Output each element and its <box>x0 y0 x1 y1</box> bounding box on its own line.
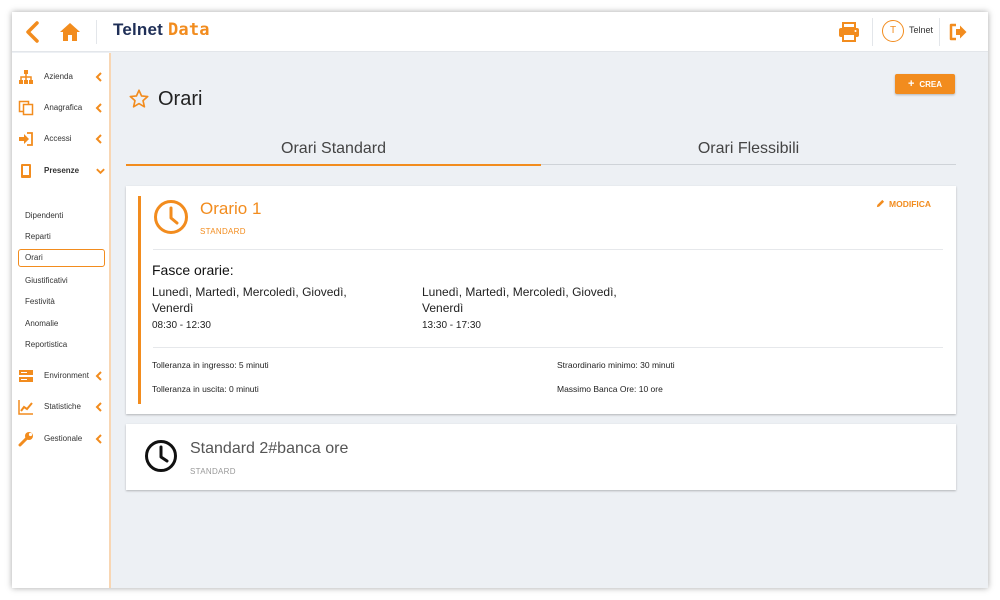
orario-card[interactable]: Standard 2#banca ore STANDARD <box>126 424 956 490</box>
sidebar-item-label: Gestionale <box>44 434 83 443</box>
app-logo[interactable]: Telnet Data <box>113 20 210 40</box>
crea-button[interactable]: + CREA <box>895 74 955 94</box>
slot-days: Lunedì, Martedì, Mercoledì, Giovedì, Ven… <box>422 285 617 315</box>
card-title[interactable]: Orario 1 <box>200 199 261 219</box>
app-window: Telnet Data T Telnet Azienda Anagrafica … <box>12 12 988 588</box>
home-icon[interactable] <box>58 20 82 44</box>
divider <box>939 18 940 46</box>
top-bar: Telnet Data T Telnet <box>12 12 988 52</box>
server-icon <box>19 370 33 382</box>
sidebar: Azienda Anagrafica Accessi Presenze Dipe… <box>12 53 111 588</box>
submenu-item-dipendenti[interactable]: Dipendenti <box>18 207 105 225</box>
tolleranza-uscita: Tolleranza in uscita: 0 minuti <box>152 384 259 394</box>
wrench-icon <box>18 432 33 447</box>
modifica-label: MODIFICA <box>889 199 932 209</box>
sidebar-item-label: Azienda <box>44 72 73 81</box>
card-accent-bar <box>138 196 141 404</box>
tablet-icon <box>21 164 31 178</box>
pencil-icon <box>876 199 885 208</box>
clock-icon <box>145 440 177 472</box>
tolleranza-ingresso: Tolleranza in ingresso: 5 minuti <box>152 360 269 370</box>
plus-icon: + <box>907 78 915 90</box>
slot-hours: 13:30 - 17:30 <box>422 320 481 331</box>
modifica-button[interactable]: MODIFICA <box>876 199 931 209</box>
avatar[interactable]: T <box>882 20 904 42</box>
submenu-item-giustificativi[interactable]: Giustificativi <box>18 272 105 290</box>
massimo-banca-ore: Massimo Banca Ore: 10 ore <box>557 384 663 394</box>
print-icon[interactable] <box>838 22 860 42</box>
sidebar-item-azienda[interactable]: Azienda <box>12 65 109 89</box>
user-name[interactable]: Telnet <box>909 25 933 35</box>
submenu-item-orari[interactable]: Orari <box>18 249 105 267</box>
chevron-left-icon <box>95 134 102 144</box>
logo-text-accent: Data <box>167 20 210 40</box>
divider <box>153 347 943 348</box>
chevron-left-icon <box>95 103 102 113</box>
submenu-item-reparti[interactable]: Reparti <box>18 228 105 246</box>
section-title: Fasce orarie: <box>152 262 234 278</box>
slot-days: Lunedì, Martedì, Mercoledì, Giovedì, Ven… <box>152 285 347 315</box>
sidebar-item-accessi[interactable]: Accessi <box>12 127 109 151</box>
card-subtitle: STANDARD <box>190 467 236 476</box>
sidebar-item-label: Presenze <box>44 166 80 175</box>
tab-orari-standard[interactable]: Orari Standard <box>126 140 541 166</box>
sidebar-item-label: Anagrafica <box>44 103 83 112</box>
chevron-left-icon <box>95 434 102 444</box>
card-title[interactable]: Standard 2#banca ore <box>190 440 348 458</box>
slot-hours: 08:30 - 12:30 <box>152 320 211 331</box>
logo-text: Telnet <box>113 20 164 39</box>
sidebar-item-presenze[interactable]: Presenze <box>12 159 109 183</box>
crea-label: CREA <box>919 80 943 89</box>
line-chart-icon <box>18 400 33 415</box>
submenu-item-reportistica[interactable]: Reportistica <box>18 336 105 354</box>
chevron-left-icon <box>95 402 102 412</box>
orario-card: Orario 1 STANDARD MODIFICA Fasce orarie:… <box>126 186 956 414</box>
sidebar-item-environment[interactable]: Environment <box>12 364 109 388</box>
divider <box>872 18 873 46</box>
chevron-left-icon <box>95 371 102 381</box>
logout-icon[interactable] <box>948 22 968 42</box>
submenu-item-festivita[interactable]: Festività <box>18 293 105 311</box>
tab-orari-flessibili[interactable]: Orari Flessibili <box>541 140 956 165</box>
sidebar-item-label: Environment <box>44 371 89 380</box>
sidebar-item-gestionale[interactable]: Gestionale <box>12 427 109 451</box>
star-icon[interactable] <box>128 88 150 110</box>
chevron-left-icon <box>95 72 102 82</box>
chevron-down-icon <box>96 168 105 175</box>
card-subtitle: STANDARD <box>200 227 246 236</box>
straordinario-minimo: Straordinario minimo: 30 minuti <box>557 360 675 370</box>
sidebar-item-anagrafica[interactable]: Anagrafica <box>12 96 109 120</box>
submenu-item-anomalie[interactable]: Anomalie <box>18 315 105 333</box>
back-arrow-icon[interactable] <box>22 20 44 44</box>
copy-icon <box>18 100 34 116</box>
clock-icon <box>154 200 188 234</box>
sidebar-item-label: Accessi <box>44 134 72 143</box>
sitemap-icon <box>19 70 33 84</box>
sign-in-icon <box>19 132 33 146</box>
divider <box>153 249 943 250</box>
sidebar-item-statistiche[interactable]: Statistiche <box>12 395 109 419</box>
page-title: Orari <box>158 88 203 110</box>
sidebar-item-label: Statistiche <box>44 402 81 411</box>
divider <box>96 20 97 44</box>
